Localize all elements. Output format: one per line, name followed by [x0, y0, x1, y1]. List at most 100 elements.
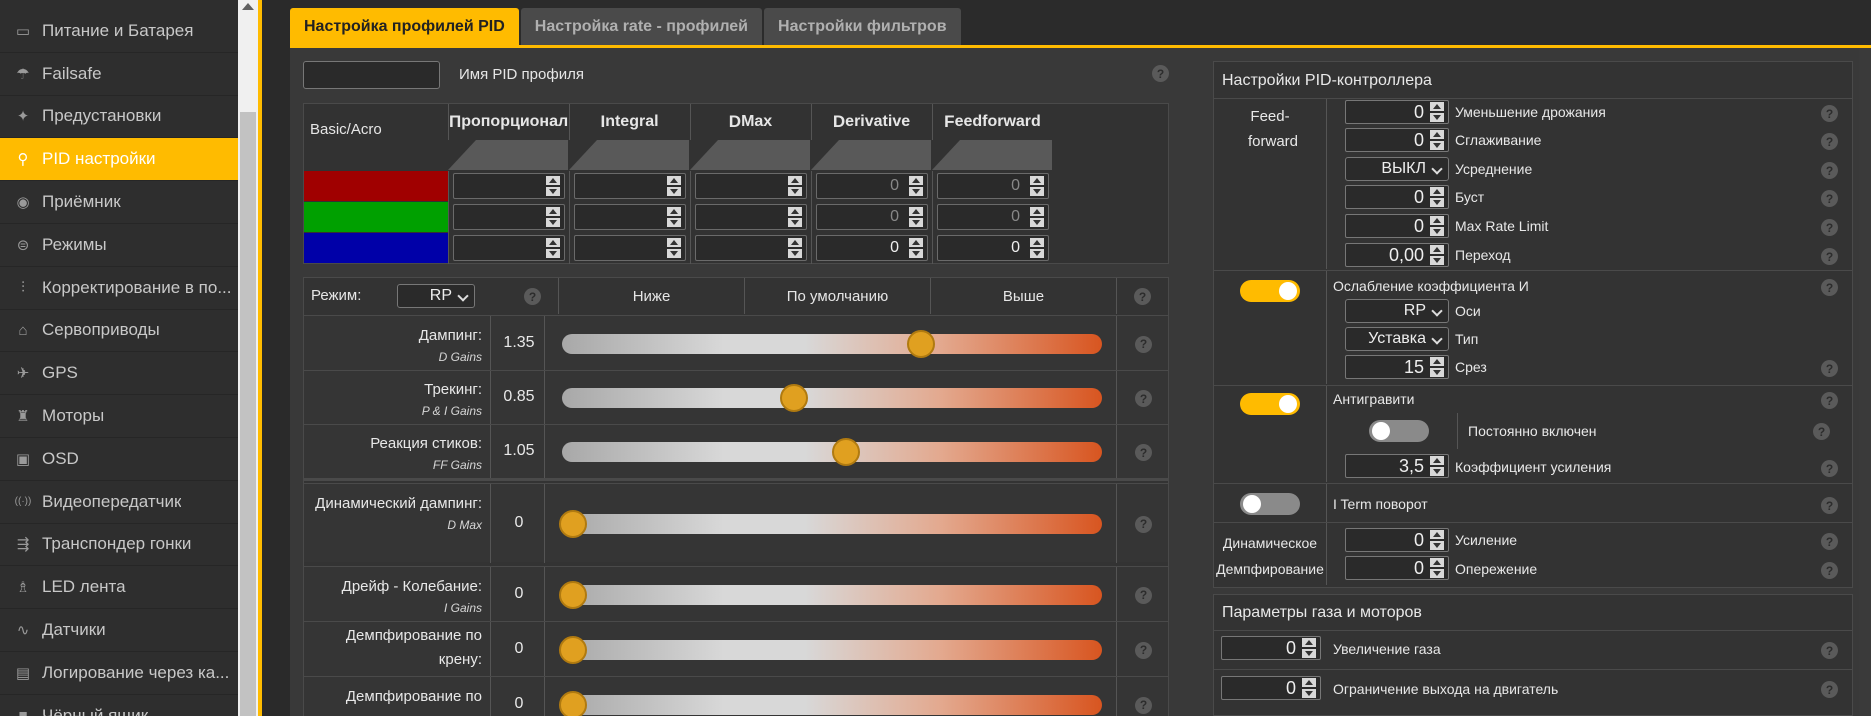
spinner-arrows[interactable]	[788, 238, 804, 258]
feedforward-input[interactable]: 0	[1345, 214, 1449, 238]
sidebar-item[interactable]: ◉ Приёмник	[0, 181, 238, 224]
sidebar-item[interactable]: ▭ Питание и Батарея	[0, 10, 238, 53]
spin-down-icon[interactable]	[546, 218, 560, 227]
help-icon[interactable]: ?	[1821, 460, 1838, 477]
spinner-arrows[interactable]	[667, 238, 683, 258]
dynamic-damping-advance-input[interactable]: 0	[1345, 556, 1449, 580]
pid-value-input[interactable]	[695, 204, 807, 230]
spin-up-icon[interactable]	[546, 207, 560, 216]
spinner-arrows[interactable]	[909, 238, 925, 258]
spin-up-icon[interactable]	[667, 207, 681, 216]
spinner-arrows[interactable]	[667, 207, 683, 227]
pid-value-input[interactable]	[574, 204, 686, 230]
iterm-rotation-toggle[interactable]	[1240, 493, 1300, 515]
mode-select[interactable]: RP	[397, 284, 475, 308]
spin-up-icon[interactable]	[1430, 102, 1444, 111]
help-icon[interactable]: ?	[1135, 515, 1152, 533]
spinner-arrows[interactable]	[1030, 176, 1046, 196]
sidebar-item[interactable]: ✈ GPS	[0, 352, 238, 396]
help-icon[interactable]: ?	[1135, 444, 1152, 461]
spinner-arrows[interactable]	[788, 176, 804, 196]
spin-down-icon[interactable]	[1030, 187, 1044, 196]
scroll-up-arrow-icon[interactable]	[242, 3, 254, 10]
pid-value-input[interactable]	[453, 204, 565, 230]
help-icon[interactable]: ?	[1821, 392, 1838, 409]
sidebar-item[interactable]: ⊜ Режимы	[0, 224, 238, 267]
slider-track[interactable]	[558, 690, 1102, 716]
feedforward-input[interactable]: 0	[1345, 185, 1449, 209]
spinner-arrows[interactable]	[1430, 558, 1446, 578]
slider-knob[interactable]	[558, 690, 587, 716]
sidebar-item[interactable]: ▤ Логирование через ка...	[0, 652, 238, 695]
scroll-thumb[interactable]	[240, 112, 256, 716]
spin-down-icon[interactable]	[909, 218, 923, 227]
spin-down-icon[interactable]	[1430, 467, 1444, 476]
slider-knob[interactable]	[831, 438, 860, 466]
spin-down-icon[interactable]	[1430, 113, 1444, 122]
spin-up-icon[interactable]	[667, 176, 681, 185]
feedforward-input[interactable]: 0,00	[1345, 243, 1449, 267]
help-icon[interactable]: ?	[1821, 105, 1838, 122]
help-icon[interactable]: ?	[524, 288, 541, 305]
spin-up-icon[interactable]	[1302, 678, 1316, 687]
help-icon[interactable]: ?	[1821, 360, 1838, 377]
pid-value-input[interactable]: 0	[816, 204, 928, 230]
help-icon[interactable]: ?	[1821, 681, 1838, 698]
spin-up-icon[interactable]	[546, 238, 560, 247]
sidebar-item[interactable]: ⌂ Сервоприводы	[0, 310, 238, 353]
slider-knob[interactable]	[558, 580, 587, 609]
help-icon[interactable]: ?	[1821, 248, 1838, 265]
spin-down-icon[interactable]	[788, 187, 802, 196]
help-icon[interactable]: ?	[1813, 423, 1830, 440]
spin-up-icon[interactable]	[909, 207, 923, 216]
spin-down-icon[interactable]	[1302, 649, 1316, 658]
spin-down-icon[interactable]	[1302, 689, 1316, 698]
iterm-relax-type-select[interactable]: Уставка	[1345, 327, 1449, 351]
spin-down-icon[interactable]	[788, 249, 802, 258]
spin-up-icon[interactable]	[1030, 207, 1044, 216]
spin-up-icon[interactable]	[1430, 187, 1444, 196]
spin-down-icon[interactable]	[1030, 218, 1044, 227]
dynamic-damping-gain-input[interactable]: 0	[1345, 528, 1449, 552]
pid-value-input[interactable]: 0	[816, 173, 928, 199]
help-icon[interactable]: ?	[1135, 696, 1152, 714]
pid-value-input[interactable]: 0	[937, 235, 1049, 261]
spinner-arrows[interactable]	[1430, 530, 1446, 550]
spin-up-icon[interactable]	[909, 176, 923, 185]
spin-down-icon[interactable]	[1430, 368, 1444, 377]
spinner-arrows[interactable]	[546, 207, 562, 227]
sidebar-item[interactable]: ⇶ Транспондер гонки	[0, 524, 238, 567]
help-icon[interactable]: ?	[1135, 586, 1152, 604]
spin-up-icon[interactable]	[788, 176, 802, 185]
help-icon[interactable]: ?	[1135, 390, 1152, 407]
sidebar-item[interactable]: ((·)) Видеопередатчик	[0, 481, 238, 524]
pid-value-input[interactable]	[695, 235, 807, 261]
spin-up-icon[interactable]	[788, 238, 802, 247]
spin-down-icon[interactable]	[546, 249, 560, 258]
sidebar-item[interactable]: ♗ LED лента	[0, 566, 238, 610]
slider-track[interactable]	[558, 509, 1102, 538]
sidebar-item[interactable]: ✦ Предустановки	[0, 96, 238, 139]
spin-down-icon[interactable]	[667, 218, 681, 227]
spin-up-icon[interactable]	[546, 176, 560, 185]
slider-track[interactable]	[562, 329, 1102, 358]
iterm-relax-toggle[interactable]	[1240, 280, 1300, 302]
feedforward-input[interactable]: 0	[1345, 128, 1449, 152]
spin-down-icon[interactable]	[1430, 227, 1444, 236]
pid-value-input[interactable]	[574, 235, 686, 261]
spinner-arrows[interactable]	[1430, 187, 1446, 207]
spin-down-icon[interactable]	[1430, 141, 1444, 150]
pid-value-input[interactable]	[453, 235, 565, 261]
iterm-relax-cutoff-input[interactable]: 15	[1345, 355, 1449, 379]
spin-down-icon[interactable]	[667, 249, 681, 258]
help-icon[interactable]: ?	[1821, 533, 1838, 550]
spin-up-icon[interactable]	[788, 207, 802, 216]
spin-up-icon[interactable]	[1430, 130, 1444, 139]
sidebar-item[interactable]: ♜ Моторы	[0, 395, 238, 438]
spinner-arrows[interactable]	[1030, 207, 1046, 227]
anti-gravity-gain-input[interactable]: 3,5	[1345, 454, 1449, 478]
spin-up-icon[interactable]	[667, 238, 681, 247]
tab-filters[interactable]: Настройки фильтров	[764, 8, 961, 46]
slider-track[interactable]	[562, 438, 1102, 466]
spinner-arrows[interactable]	[1030, 238, 1046, 258]
